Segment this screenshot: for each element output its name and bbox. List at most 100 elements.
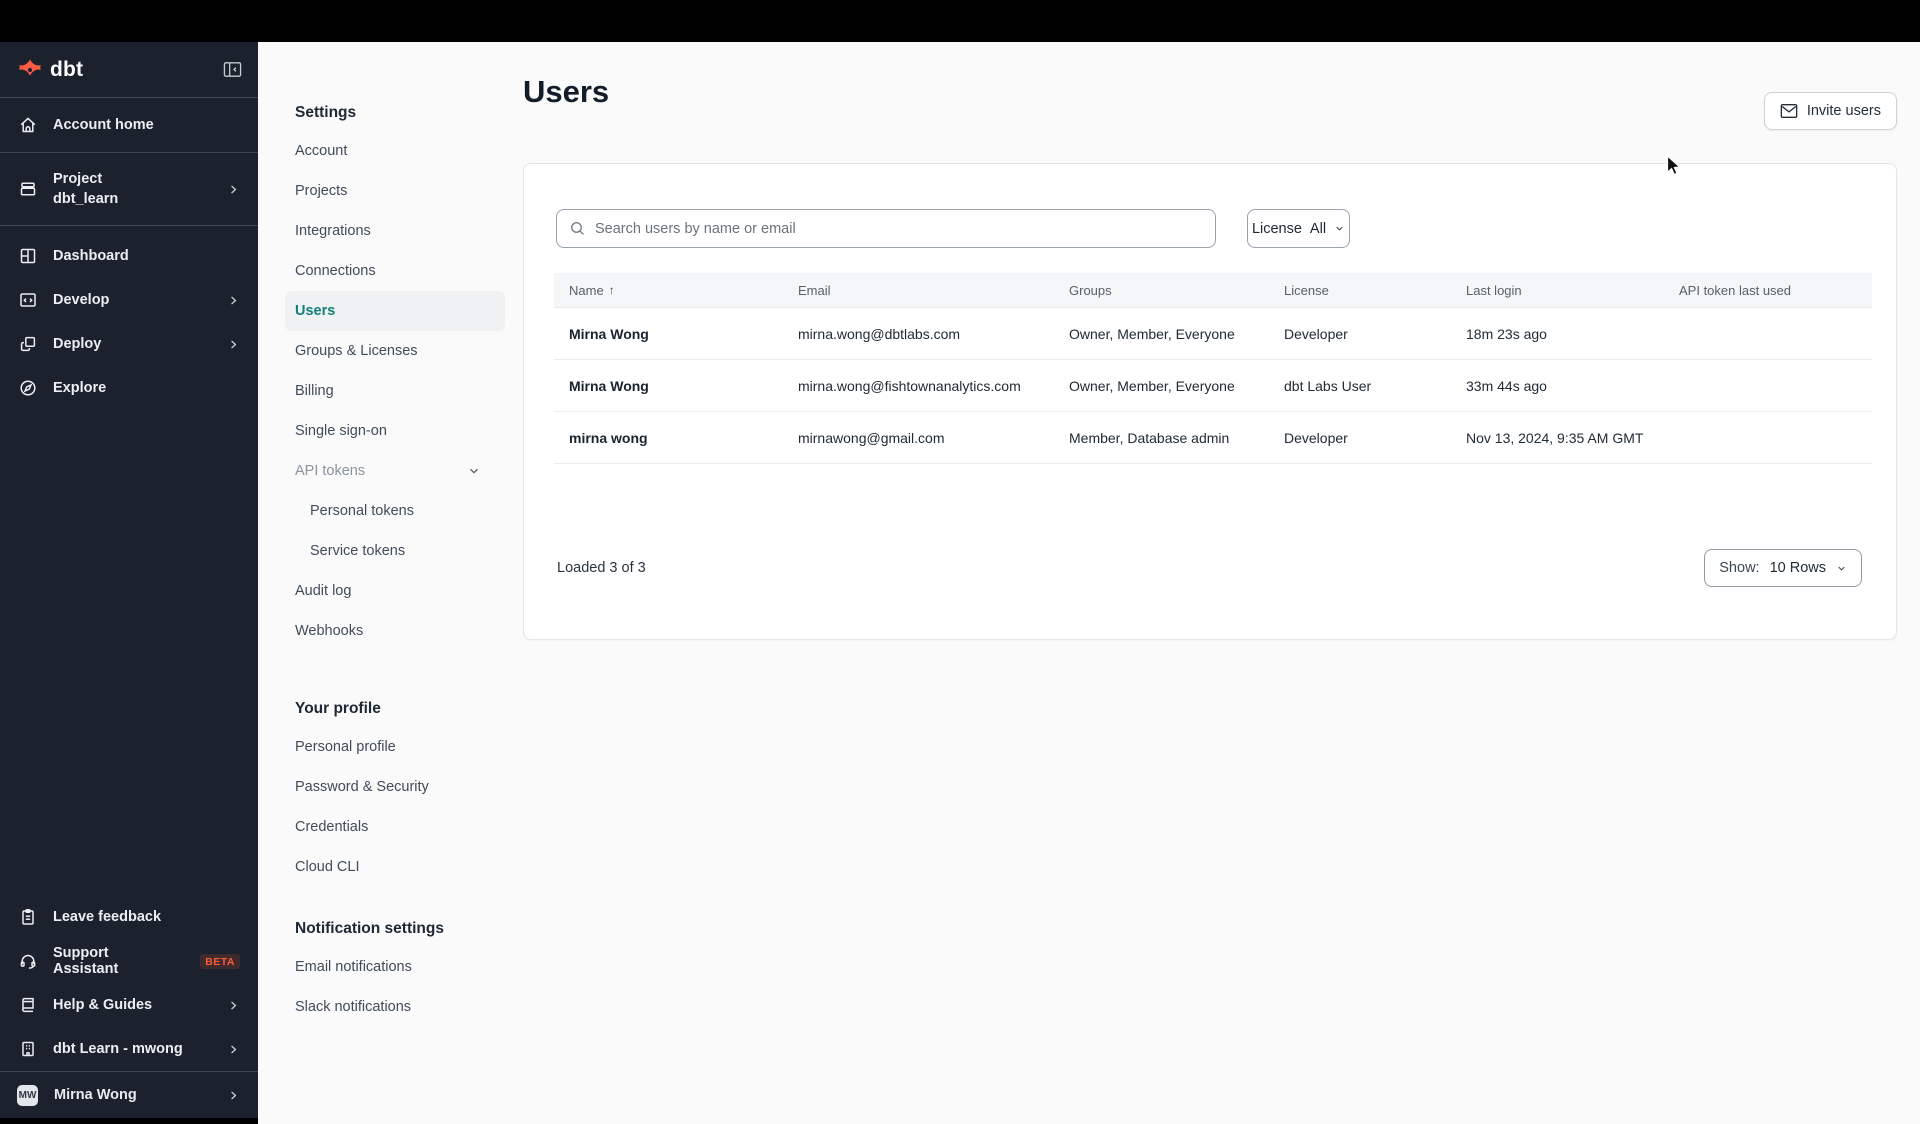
settings-nav-projects[interactable]: Projects xyxy=(285,171,505,211)
top-bar xyxy=(0,0,1920,42)
settings-nav-api-tokens[interactable]: API tokens xyxy=(285,451,505,491)
sidebar-header: dbt xyxy=(0,42,258,98)
filters-row: License All xyxy=(556,209,1864,248)
chevron-right-icon xyxy=(227,1043,240,1056)
settings-nav-account[interactable]: Account xyxy=(285,131,505,171)
column-header-license[interactable]: License xyxy=(1269,283,1451,298)
sidebar-item-label: dbt Learn - mwong xyxy=(53,1041,183,1057)
book-icon xyxy=(18,995,38,1015)
settings-nav-billing[interactable]: Billing xyxy=(285,371,505,411)
settings-nav-connections[interactable]: Connections xyxy=(285,251,505,291)
sidebar-item-label: Deploy xyxy=(53,336,102,352)
settings-nav-webhooks[interactable]: Webhooks xyxy=(285,611,505,651)
beta-badge: BETA xyxy=(200,953,240,969)
cell-groups: Owner, Member, Everyone xyxy=(1069,325,1235,342)
sidebar-item-project[interactable]: Project dbt_learn xyxy=(0,153,258,226)
sidebar-user-menu[interactable]: MW Mirna Wong xyxy=(0,1071,258,1118)
cell-last-login: Nov 13, 2024, 9:35 AM GMT xyxy=(1466,429,1644,446)
users-card: License All Name ↑ Email Groups License … xyxy=(523,163,1897,640)
sidebar-item-label: Explore xyxy=(53,380,107,396)
settings-nav-integrations[interactable]: Integrations xyxy=(285,211,505,251)
users-table: Name ↑ Email Groups License Last login A… xyxy=(554,273,1872,464)
cell-email: mirnawong@gmail.com xyxy=(798,429,945,446)
rows-per-page-dropdown[interactable]: Show: 10 Rows xyxy=(1704,549,1862,587)
settings-nav-personal-tokens[interactable]: Personal tokens xyxy=(285,491,505,531)
column-header-api-token[interactable]: API token last used xyxy=(1664,283,1872,298)
settings-nav-email-notifications[interactable]: Email notifications xyxy=(285,947,505,987)
cell-groups: Member, Database admin xyxy=(1069,429,1230,446)
settings-nav-heading: Notification settings xyxy=(295,920,444,937)
dashboard-icon xyxy=(18,246,38,266)
sidebar-footer-nav: Leave feedback Support Assistant BETA He… xyxy=(0,895,258,1071)
sidebar-main-nav: Dashboard Develop Deploy Explore xyxy=(0,226,258,410)
sidebar-item-label: Develop xyxy=(53,292,110,308)
settings-nav-heading: Your profile xyxy=(295,700,381,717)
sidebar-item-leave-feedback[interactable]: Leave feedback xyxy=(0,895,258,939)
building-icon xyxy=(18,1039,38,1059)
license-filter-dropdown[interactable]: License All xyxy=(1247,209,1350,248)
cell-last-login: 33m 44s ago xyxy=(1466,377,1547,394)
cell-license: Developer xyxy=(1284,325,1348,342)
chevron-right-icon xyxy=(227,183,240,196)
settings-nav-credentials[interactable]: Credentials xyxy=(285,807,505,847)
chevron-right-icon xyxy=(227,294,240,307)
sidebar-item-org-dbt-learn[interactable]: dbt Learn - mwong xyxy=(0,1027,258,1071)
chevron-down-icon xyxy=(467,464,481,478)
table-row[interactable]: Mirna Wong mirna.wong@dbtlabs.com Owner,… xyxy=(554,308,1872,360)
settings-nav-personal-profile[interactable]: Personal profile xyxy=(285,727,505,767)
settings-nav-slack-notifications[interactable]: Slack notifications xyxy=(285,987,505,1027)
sidebar-item-explore[interactable]: Explore xyxy=(0,366,258,410)
invite-users-button[interactable]: Invite users xyxy=(1763,92,1897,130)
sidebar-item-help-guides[interactable]: Help & Guides xyxy=(0,983,258,1027)
column-header-name[interactable]: Name ↑ xyxy=(554,283,783,298)
settings-nav-audit-log[interactable]: Audit log xyxy=(285,571,505,611)
settings-nav-password-security[interactable]: Password & Security xyxy=(285,767,505,807)
settings-nav-cloud-cli[interactable]: Cloud CLI xyxy=(285,847,505,887)
sidebar-item-label: Project xyxy=(53,170,103,187)
column-header-email[interactable]: Email xyxy=(783,283,1054,298)
dbt-logo-text: dbt xyxy=(50,57,84,81)
cell-groups: Owner, Member, Everyone xyxy=(1069,377,1235,394)
project-icon xyxy=(18,179,38,199)
dbt-logo[interactable]: dbt xyxy=(17,57,83,83)
cell-last-login: 18m 23s ago xyxy=(1466,325,1547,342)
sidebar-item-deploy[interactable]: Deploy xyxy=(0,322,258,366)
chevron-right-icon xyxy=(227,1089,240,1102)
cell-name: mirna wong xyxy=(569,429,648,446)
sidebar-user-name: Mirna Wong xyxy=(54,1087,137,1103)
sort-ascending-icon: ↑ xyxy=(608,283,615,297)
chevron-right-icon xyxy=(227,338,240,351)
cell-license: dbt Labs User xyxy=(1284,377,1372,394)
settings-nav-single-sign-on[interactable]: Single sign-on xyxy=(285,411,505,451)
settings-nav-service-tokens[interactable]: Service tokens xyxy=(285,531,505,571)
avatar: MW xyxy=(17,1084,38,1106)
home-icon xyxy=(18,115,38,135)
feedback-icon xyxy=(18,907,38,927)
settings-nav-groups-licenses[interactable]: Groups & Licenses xyxy=(285,331,505,371)
sidebar-item-label: Account home xyxy=(53,117,154,133)
column-header-last-login[interactable]: Last login xyxy=(1451,283,1664,298)
settings-nav: Settings Account Projects Integrations C… xyxy=(258,42,523,1124)
cell-email: mirna.wong@fishtownanalytics.com xyxy=(798,377,1021,394)
chevron-right-icon xyxy=(227,999,240,1012)
search-input[interactable] xyxy=(595,220,1203,237)
sidebar-item-develop[interactable]: Develop xyxy=(0,278,258,322)
deploy-icon xyxy=(18,334,38,354)
sidebar-collapse-icon[interactable] xyxy=(223,60,242,79)
dbt-logo-icon xyxy=(17,57,43,83)
sidebar-item-dashboard[interactable]: Dashboard xyxy=(0,234,258,278)
sidebar-item-account-home[interactable]: Account home xyxy=(0,98,258,153)
column-header-groups[interactable]: Groups xyxy=(1054,283,1269,298)
sidebar-item-label: Help & Guides xyxy=(53,997,153,1013)
cell-name: Mirna Wong xyxy=(569,377,649,394)
sidebar-project-name: dbt_learn xyxy=(53,191,119,207)
settings-nav-users[interactable]: Users xyxy=(285,291,505,331)
sidebar-item-support-assistant[interactable]: Support Assistant BETA xyxy=(0,939,258,983)
table-row[interactable]: mirna wong mirnawong@gmail.com Member, D… xyxy=(554,412,1872,464)
sidebar-item-label: Leave feedback xyxy=(53,909,162,925)
table-row[interactable]: Mirna Wong mirna.wong@fishtownanalytics.… xyxy=(554,360,1872,412)
envelope-icon xyxy=(1780,103,1798,119)
cell-name: Mirna Wong xyxy=(569,325,649,342)
loaded-count: Loaded 3 of 3 xyxy=(557,560,646,576)
search-box xyxy=(556,209,1216,248)
